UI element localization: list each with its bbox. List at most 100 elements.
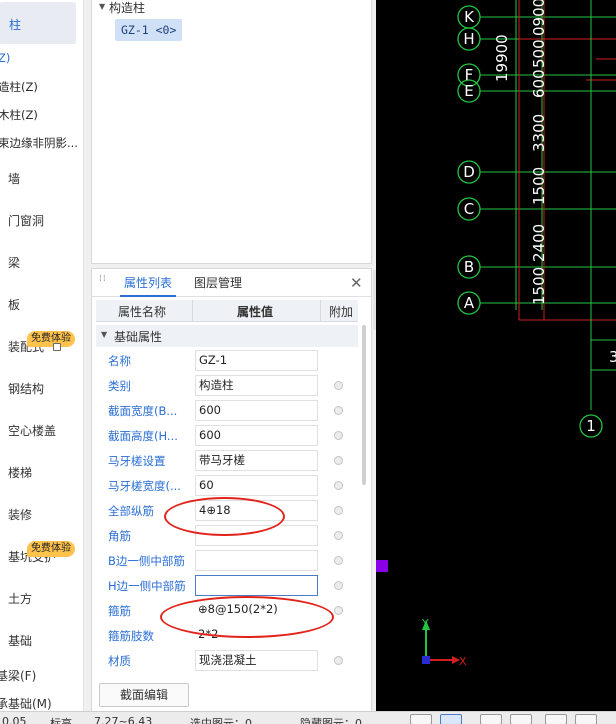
property-name: 马牙槎设置	[108, 454, 166, 468]
property-value-field[interactable]: 现浇混凝土	[195, 650, 318, 671]
nav-item-pile-cap[interactable]: 承基础(M)	[0, 695, 52, 712]
property-value-field[interactable]: 60	[195, 475, 318, 496]
cad-drawing: K H F E D C B A 1 19900 3300 1500 2400 1…	[421, 0, 616, 668]
group-row[interactable]: ▼ 基础属性	[96, 325, 358, 347]
property-value-field[interactable]	[195, 550, 318, 571]
status-toggle-button[interactable]	[410, 714, 432, 724]
extra-checkbox[interactable]	[334, 606, 343, 615]
extra-checkbox[interactable]	[334, 581, 343, 590]
property-value-field[interactable]: 600	[195, 425, 318, 446]
nav-item-hollow-floor[interactable]: 空心楼盖	[8, 422, 56, 439]
sub-item-column[interactable]: Z)	[0, 51, 82, 65]
property-row[interactable]: 截面高度(H... 600	[96, 423, 358, 448]
extra-checkbox[interactable]	[334, 506, 343, 515]
property-row[interactable]: 名称 GZ-1	[96, 348, 358, 373]
status-toggle-button[interactable]	[480, 714, 502, 724]
property-row[interactable]: 箍筋肢数 2*2	[96, 623, 358, 648]
property-value-field[interactable]: 4⊕18	[195, 500, 318, 521]
nav-item-foundation[interactable]: 基础	[8, 632, 32, 649]
selected-count: 选中图元：0	[190, 717, 252, 724]
axis-label-k: K	[464, 8, 475, 26]
extra-checkbox[interactable]	[334, 406, 343, 415]
sub-item-edge-non-shadow[interactable]: 束边缘非阴影...	[0, 135, 82, 151]
sub-item-constructional-column[interactable]: 造柱(Z)	[0, 79, 82, 95]
expand-arrow-icon[interactable]: ▼	[99, 2, 105, 11]
property-value-field[interactable]	[195, 525, 318, 546]
property-row[interactable]: 马牙槎宽度(... 60	[96, 473, 358, 498]
elevation-label: 标高	[50, 717, 72, 724]
dimension-600: 600	[530, 69, 548, 98]
drag-handle-icon[interactable]: ⁞⁞	[99, 275, 106, 289]
property-row[interactable]: 角筋	[96, 523, 358, 548]
dimension-3300: 3300	[530, 114, 548, 152]
property-row[interactable]: 类别 构造柱	[96, 373, 358, 398]
nav-item-wall[interactable]: 墙	[8, 170, 20, 187]
property-row[interactable]: 截面宽度(B... 600	[96, 398, 358, 423]
nav-item-foundation-beam[interactable]: 基梁(F)	[0, 667, 36, 684]
property-value-field[interactable]: GZ-1	[195, 350, 318, 371]
extra-checkbox[interactable]	[334, 531, 343, 540]
close-icon[interactable]: ✕	[350, 274, 363, 292]
property-value-field[interactable]: 带马牙槎	[195, 450, 318, 471]
property-row[interactable]: 箍筋 ⊕8@150(2*2)	[96, 598, 358, 623]
property-value-field[interactable]: 2*2	[195, 625, 318, 646]
tab-property-list[interactable]: 属性列表	[120, 269, 177, 297]
property-name: 箍筋	[108, 604, 131, 618]
property-row[interactable]: 全部纵筋 4⊕18	[96, 498, 358, 523]
axis-label-h: H	[463, 30, 474, 48]
property-row[interactable]: B边一侧中部筋	[96, 548, 358, 573]
scrollbar[interactable]	[362, 325, 366, 485]
dimension-500: 500	[530, 39, 548, 68]
property-name: 截面宽度(B...	[108, 404, 178, 418]
status-toggle-button[interactable]	[575, 714, 597, 724]
nav-item-column[interactable]: 柱	[0, 2, 76, 44]
extra-checkbox[interactable]	[334, 481, 343, 490]
extra-checkbox[interactable]	[334, 381, 343, 390]
property-row[interactable]: 材质 现浇混凝土	[96, 648, 358, 673]
nav-item-steel[interactable]: 钢结构	[8, 380, 44, 397]
collapse-arrow-icon[interactable]: ▼	[101, 330, 107, 339]
dimension-1500a: 1500	[530, 167, 548, 205]
status-bar: 0.05 标高 7.27~6.43 选中图元：0 隐藏图元：0	[0, 711, 616, 724]
property-panel: ⁞⁞ 属性列表 图层管理 ✕ 属性名称 属性值 附加 ▼ 基础属性 名称 GZ-1…	[91, 268, 372, 724]
extra-checkbox[interactable]	[334, 456, 343, 465]
nav-item-stairs[interactable]: 楼梯	[8, 464, 32, 481]
tree-root-label[interactable]: 构造柱	[109, 0, 145, 16]
status-toggle-button[interactable]	[440, 714, 462, 724]
extra-checkbox[interactable]	[334, 656, 343, 665]
axis-label-c: C	[464, 200, 474, 218]
axis-label-1: 1	[586, 417, 596, 435]
property-value-field[interactable]: 构造柱	[195, 375, 318, 396]
property-row[interactable]: H边一侧中部筋	[96, 573, 358, 598]
status-toggle-button[interactable]	[510, 714, 532, 724]
dimension-19900: 19900	[493, 34, 511, 82]
property-name: B边一侧中部筋	[108, 554, 185, 568]
nav-item-door-window[interactable]: 门窗洞	[8, 212, 44, 229]
section-edit-button[interactable]: 截面编辑	[99, 683, 189, 707]
status-toggle-button[interactable]	[545, 714, 567, 724]
nav-item-beam[interactable]: 梁	[8, 254, 20, 271]
tree-item-gz1[interactable]: GZ-1 <0>	[115, 19, 183, 41]
property-row[interactable]: 马牙槎设置 带马牙槎	[96, 448, 358, 473]
partial-dimension: 3	[609, 348, 616, 366]
purple-marker	[376, 560, 388, 572]
property-name: 名称	[108, 354, 131, 368]
property-name: 角筋	[108, 529, 131, 543]
property-value-field[interactable]: ⊕8@150(2*2)	[195, 600, 318, 621]
extra-checkbox[interactable]	[334, 556, 343, 565]
nav-item-decoration[interactable]: 装修	[8, 506, 32, 523]
sub-item-wood-column[interactable]: 木柱(Z)	[0, 107, 82, 123]
property-value-field[interactable]	[195, 575, 318, 596]
axis-label-d: D	[463, 163, 475, 181]
extra-checkbox[interactable]	[334, 431, 343, 440]
elevation-value: 7.27~6.43	[94, 715, 153, 724]
left-navigation: 柱 Z) 造柱(Z) 木柱(Z) 束边缘非阴影... 墙 门窗洞 梁 板 装配式…	[0, 0, 84, 724]
nav-item-slab[interactable]: 板	[8, 296, 20, 313]
tab-layer-management[interactable]: 图层管理	[194, 269, 242, 297]
property-name: 类别	[108, 379, 131, 393]
property-value-field[interactable]: 600	[195, 400, 318, 421]
cad-drawing-canvas[interactable]: K H F E D C B A 1 19900 3300 1500 2400 1…	[376, 0, 616, 711]
nav-item-earthwork[interactable]: 土方	[8, 590, 32, 607]
ucs-y-label: Y	[421, 617, 429, 630]
dimension-text: 19900 3300 1500 2400 1500 0900 500 600 3	[493, 0, 616, 366]
